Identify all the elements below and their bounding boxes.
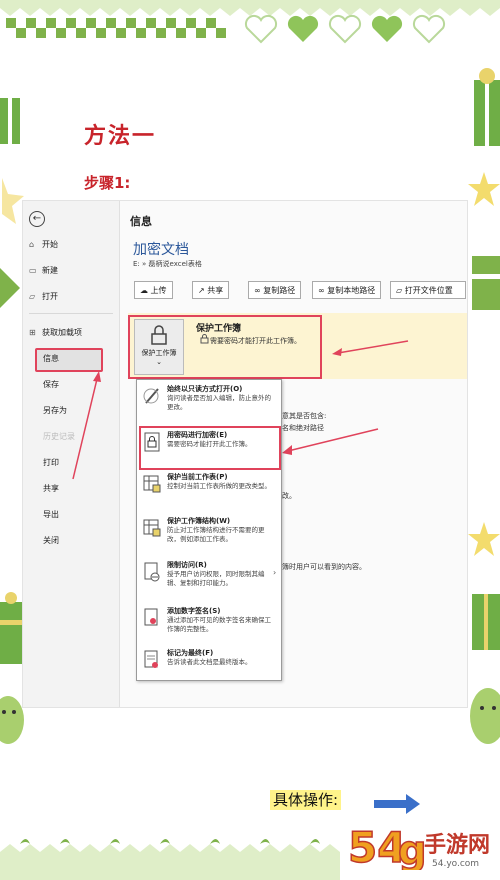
star-icon (468, 172, 500, 206)
back-arrow-icon[interactable]: ← (29, 211, 45, 227)
gift-box-icon (474, 68, 500, 146)
sidebar-item-label: 共享 (43, 484, 59, 493)
sheet-structure-icon (143, 519, 161, 537)
menu-item-protect-structure[interactable]: 保护工作簿结构(W) 防止对工作簿结构进行不需要的更改，例如添加工作表。 (137, 516, 281, 556)
christmas-tree-icon (0, 268, 20, 308)
sidebar-item-new[interactable]: ▭ 新建 (29, 265, 58, 276)
star-icon (2, 178, 24, 224)
hearts-row (244, 14, 446, 44)
heart-outline-icon (412, 14, 446, 44)
protect-title: 保护工作簿 (196, 324, 242, 334)
sidebar-item-label: 新建 (42, 266, 58, 275)
backstage-main: 信息 加密文档 E: » 磊柄说excel表格 ☁ 上传 ↗ 共享 ∞ 复制路径… (120, 201, 467, 707)
page-title: 方法一 (84, 123, 157, 149)
gift-box-icon (0, 98, 20, 144)
sidebar-divider (29, 313, 113, 314)
copy-local-path-button[interactable]: ∞ 复制本地路径 (312, 281, 382, 299)
link-icon: ∞ (318, 286, 328, 295)
sidebar-item-label: 开始 (42, 240, 58, 249)
folder-icon: ▱ (29, 292, 36, 301)
sidebar-item-label: 打开 (42, 292, 58, 301)
background-text: 簿时用户可以看到的内容。 (282, 563, 366, 571)
upload-button[interactable]: ☁ 上传 (134, 281, 173, 299)
share-icon: ↗ (198, 286, 208, 295)
sidebar-item-label: 关闭 (43, 536, 59, 545)
sidebar-item-label: 获取加载项 (42, 328, 82, 337)
home-icon: ⌂ (29, 240, 35, 249)
document-path: E: » 磊柄说excel表格 (133, 260, 202, 268)
sidebar-item-save[interactable]: 保存 (43, 379, 59, 390)
lock-small-icon (200, 334, 209, 344)
heart-filled-icon (371, 15, 403, 42)
protect-workbook-menu: 始终以只读方式打开(O) 询问读者是否加入编辑，防止意外的更改。 用密码进行加密… (136, 379, 282, 681)
chevron-right-icon: › (273, 568, 277, 577)
menu-item-read-only[interactable]: 始终以只读方式打开(O) 询问读者是否加入编辑，防止意外的更改。 (137, 384, 281, 424)
svg-text:g: g (398, 828, 427, 870)
new-icon: ▭ (29, 266, 37, 275)
open-file-location-button[interactable]: ▱ 打开文件位置 (390, 281, 466, 299)
lock-icon (144, 432, 160, 452)
sidebar-item-info[interactable]: 信息 (43, 353, 59, 364)
sidebar-item-label: 保存 (43, 380, 59, 389)
sidebar-item-share[interactable]: 共享 (43, 483, 59, 494)
share-button[interactable]: ↗ 共享 (192, 281, 230, 299)
sidebar-item-label: 导出 (43, 510, 59, 519)
svg-text:手游网: 手游网 (424, 832, 490, 858)
heart-filled-icon (287, 15, 319, 42)
sheet-icon (143, 475, 161, 493)
annotation-arrow (72, 371, 101, 480)
excel-backstage-screenshot: ← ⌂ 开始 ▭ 新建 ▱ 打开 ⊞ 获取加载项 信息 保存 另存为 历史记录 打印 共… (22, 200, 468, 708)
gift-box-icon (472, 594, 500, 650)
pea-character-icon (470, 688, 500, 744)
operation-label: 具体操作: (270, 790, 342, 810)
gift-box-icon (472, 256, 500, 310)
sidebar-item-close[interactable]: 关闭 (43, 535, 59, 546)
protect-description: 需要密码才能打开此工作簿。 (210, 337, 301, 345)
checker-band (6, 18, 226, 38)
copy-path-button[interactable]: ∞ 复制路径 (248, 281, 302, 299)
step-label: 步骤1: (84, 174, 131, 192)
sidebar-item-label: 信息 (43, 354, 59, 363)
sidebar-item-label: 另存为 (43, 406, 67, 415)
menu-item-encrypt-password[interactable]: 用密码进行加密(E) 需要密码才能打开此工作簿。 (137, 430, 281, 470)
sidebar-item-open[interactable]: ▱ 打开 (29, 291, 58, 302)
heart-outline-icon (244, 14, 278, 44)
svg-text:54.yo.com: 54.yo.com (432, 859, 479, 869)
restrict-icon (144, 562, 160, 582)
background-text: 意其是否包含: (282, 412, 327, 420)
section-heading: 信息 (130, 215, 152, 228)
site-logo: 54 g 手游网 54.yo.com (348, 822, 490, 870)
sidebar-item-save-as[interactable]: 另存为 (43, 405, 67, 416)
menu-item-restrict-access[interactable]: 限制访问(R) 授予用户访问权限，同时限制其编辑、复制和打印能力。 › (137, 560, 281, 604)
sidebar-item-print[interactable]: 打印 (43, 457, 59, 468)
menu-item-protect-sheet[interactable]: 保护当前工作表(P) 控制对当前工作表所做的更改类型。 (137, 472, 281, 512)
addin-icon: ⊞ (29, 328, 36, 337)
sidebar-item-label: 打印 (43, 458, 59, 467)
page: 方法一 步骤1: ← ⌂ 开始 ▭ 新建 ▱ 打开 ⊞ 获取加载项 信息 保存 另存为 … (0, 0, 500, 880)
folder-icon: ▱ (396, 286, 405, 295)
sidebar-item-home[interactable]: ⌂ 开始 (29, 239, 58, 250)
upload-icon: ☁ (140, 286, 151, 295)
final-icon (144, 650, 158, 668)
annotation-arrow (282, 428, 379, 455)
sidebar-item-export[interactable]: 导出 (43, 509, 59, 520)
background-text: 改。 (282, 492, 296, 500)
menu-item-mark-final[interactable]: 标记为最终(F) 告诉读者此文档是最终版本。 (137, 648, 281, 680)
signature-icon (144, 608, 158, 626)
menu-item-digital-signature[interactable]: 添加数字签名(S) 通过添加不可见的数字签名来确保工作簿的完整性。 (137, 606, 281, 646)
pencil-icon (143, 388, 159, 404)
annotation-arrow (332, 340, 409, 356)
arrow-right-icon (374, 794, 420, 814)
sidebar-item-addins[interactable]: ⊞ 获取加载项 (29, 327, 82, 338)
link-icon: ∞ (254, 286, 264, 295)
heart-outline-icon (328, 14, 362, 44)
star-icon (468, 522, 500, 556)
document-title: 加密文档 (133, 242, 189, 258)
